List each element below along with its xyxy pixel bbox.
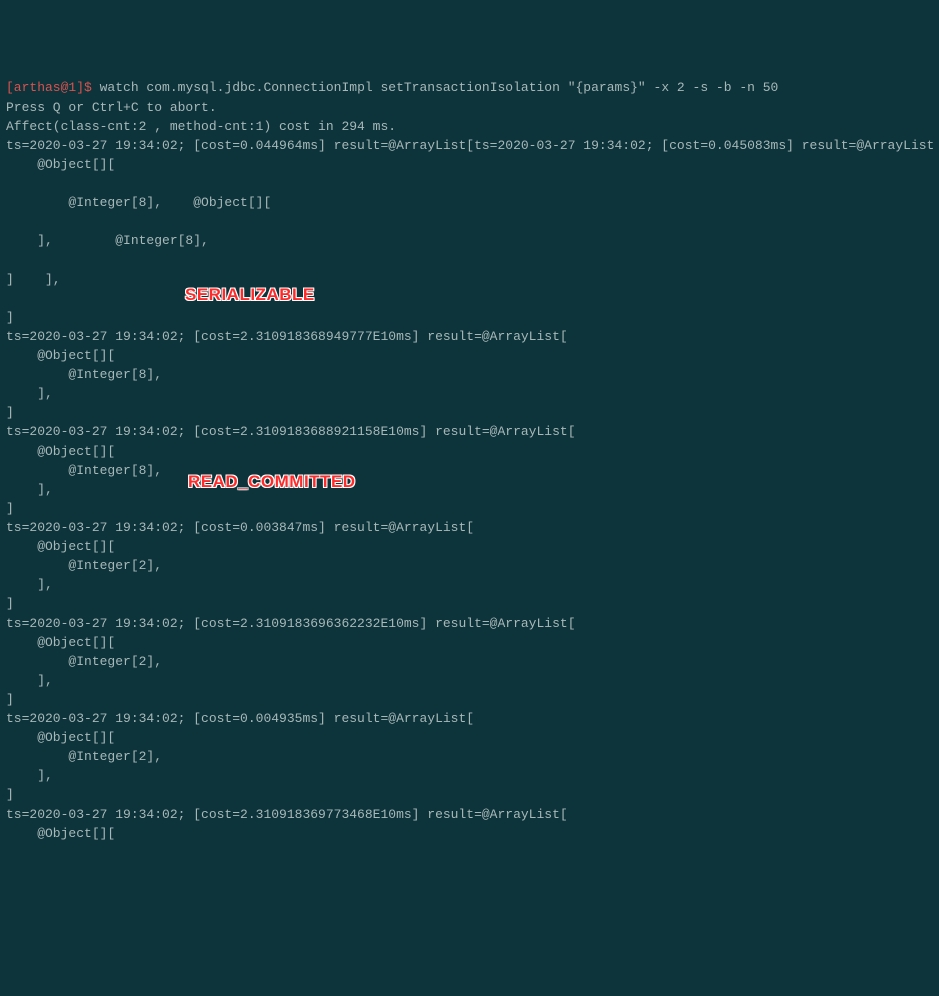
output-line: ts=2020-03-27 19:34:02; [cost=0.044964ms… [6, 138, 934, 153]
prompt-user-host: [arthas@1]$ [6, 80, 92, 95]
terminal-output: [arthas@1]$ watch com.mysql.jdbc.Connect… [6, 78, 933, 842]
output-line: ts=2020-03-27 19:34:02; [cost=2.31091836… [6, 424, 576, 439]
output-line: @Object[][ [6, 157, 115, 172]
prompt-command: watch com.mysql.jdbc.ConnectionImpl setT… [92, 80, 779, 95]
output-line: ], [6, 386, 53, 401]
output-line: ], [6, 768, 53, 783]
output-line: @Object[][ [6, 539, 115, 554]
output-line: @Integer[8], @Object[][ [6, 195, 271, 210]
output-line: ts=2020-03-27 19:34:02; [cost=0.004935ms… [6, 711, 474, 726]
output-line: ] [6, 787, 14, 802]
output-line: @Object[][ [6, 444, 115, 459]
output-line: ], @Integer[8], [6, 233, 209, 248]
output-line: ts=2020-03-27 19:34:02; [cost=0.003847ms… [6, 520, 474, 535]
output-line: ] [6, 501, 14, 516]
output-line: ts=2020-03-27 19:34:02; [cost=2.31091836… [6, 616, 576, 631]
output-line: ] [6, 692, 14, 707]
output-line: @Object[][ [6, 348, 115, 363]
output-line: ] [6, 596, 14, 611]
output-line: ts=2020-03-27 19:34:02; [cost=2.31091836… [6, 807, 568, 822]
output-line: @Integer[8], [6, 463, 162, 478]
output-line: @Integer[8], [6, 367, 162, 382]
output-line: @Integer[2], [6, 654, 162, 669]
output-line: Affect(class-cnt:2 , method-cnt:1) cost … [6, 119, 396, 134]
output-line: ], [6, 577, 53, 592]
output-line: ], [6, 673, 53, 688]
prompt-line[interactable]: [arthas@1]$ watch com.mysql.jdbc.Connect… [6, 80, 778, 95]
output-line: Press Q or Ctrl+C to abort. [6, 100, 217, 115]
output-line: ts=2020-03-27 19:34:02; [cost=2.31091836… [6, 329, 568, 344]
output-line: ] [6, 310, 14, 325]
output-line: ] [6, 405, 14, 420]
output-line: @Object[][ [6, 730, 115, 745]
output-line: ], [6, 482, 53, 497]
output-line: @Object[][ [6, 826, 115, 841]
output-line: @Integer[2], [6, 749, 162, 764]
output-line: ] ], [6, 272, 61, 287]
output-line: @Integer[2], [6, 558, 162, 573]
annotation-read-committed: READ_COMMITTED [188, 470, 356, 495]
annotation-serializable: SERIALIZABLE [185, 283, 315, 308]
output-line: @Object[][ [6, 635, 115, 650]
